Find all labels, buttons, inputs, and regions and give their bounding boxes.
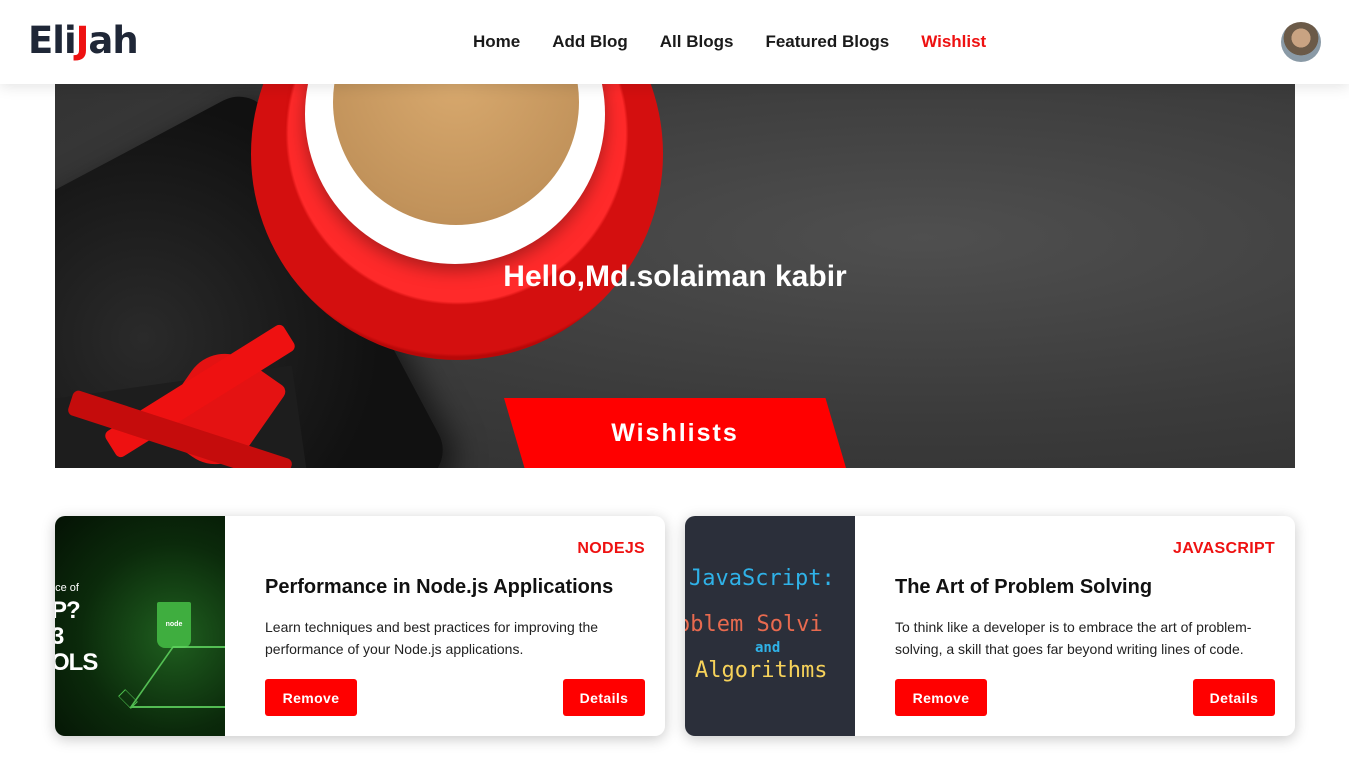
card-title: The Art of Problem Solving — [895, 576, 1153, 598]
remove-button[interactable]: Remove — [895, 679, 987, 716]
hero-greeting: Hello,Md.solaiman kabir — [503, 260, 847, 293]
thumbnail-text: Algorithms — [695, 658, 828, 683]
card-thumbnail: nce of P? 3 OLS node — [55, 516, 225, 736]
thumbnail-text: nce of — [55, 582, 79, 594]
card-thumbnail: JavaScript: oblem Solvi and Algorithms — [685, 516, 855, 736]
thumbnail-text: P? 3 OLS — [55, 597, 98, 676]
nav-link-wishlist[interactable]: Wishlist — [921, 32, 986, 52]
card-body: JAVASCRIPT The Art of Problem Solving To… — [855, 516, 1295, 736]
nav-link-home[interactable]: Home — [473, 32, 520, 52]
navbar: EliJah Home Add Blog All Blogs Featured … — [0, 0, 1349, 84]
nav-link-featured-blogs[interactable]: Featured Blogs — [765, 32, 889, 52]
card-category: NODEJS — [577, 540, 645, 557]
node-logo-text: node — [165, 621, 183, 628]
hero-banner-section: Hello,Md.solaiman kabir Wishlists — [55, 84, 1295, 468]
thumbnail-text: oblem Solvi — [685, 612, 823, 637]
laptop-icon — [129, 646, 225, 708]
nav-link-all-blogs[interactable]: All Blogs — [660, 32, 734, 52]
wishlists-banner: Wishlists — [504, 398, 846, 468]
thumbnail-text: and — [755, 640, 781, 656]
wishlist-card: JavaScript: oblem Solvi and Algorithms J… — [685, 516, 1295, 736]
main-nav: Home Add Blog All Blogs Featured Blogs W… — [473, 32, 1018, 52]
wishlist-card: nce of P? 3 OLS node NODEJS Performance … — [55, 516, 665, 736]
thumbnail-text: JavaScript: — [689, 566, 835, 591]
card-category: JAVASCRIPT — [1173, 540, 1275, 557]
remove-button[interactable]: Remove — [265, 679, 357, 716]
wishlists-banner-label: Wishlists — [611, 418, 739, 447]
brand-logo[interactable]: EliJah — [28, 18, 139, 62]
card-description: Learn techniques and best practices for … — [265, 619, 599, 657]
details-button[interactable]: Details — [563, 679, 645, 716]
user-avatar[interactable] — [1281, 22, 1321, 62]
card-body: NODEJS Performance in Node.js Applicatio… — [225, 516, 665, 736]
nav-link-add-blog[interactable]: Add Blog — [552, 32, 628, 52]
card-title: Performance in Node.js Applications — [265, 576, 614, 598]
details-button[interactable]: Details — [1193, 679, 1275, 716]
logo-text: EliJah — [28, 18, 139, 62]
card-description: To think like a developer is to embrace … — [895, 619, 1252, 657]
